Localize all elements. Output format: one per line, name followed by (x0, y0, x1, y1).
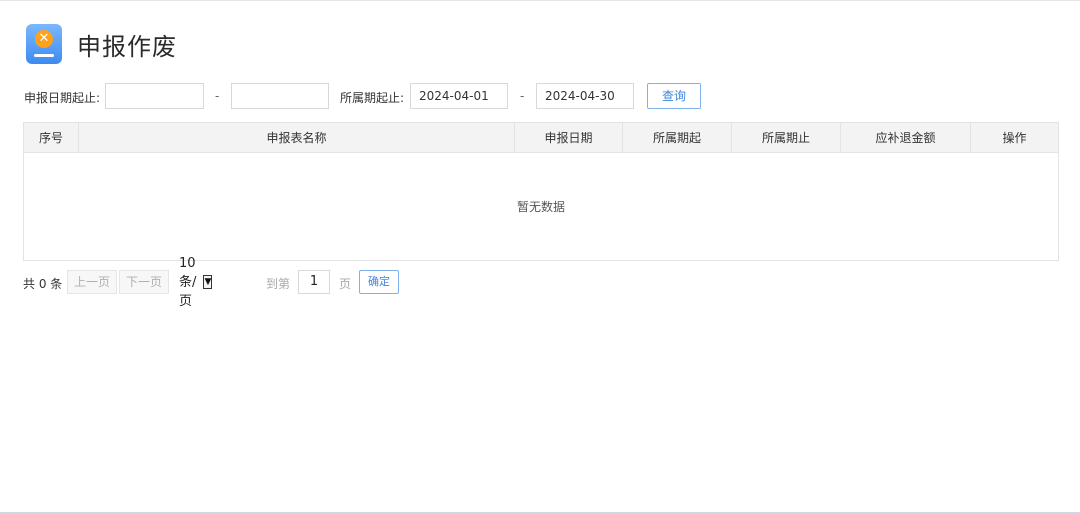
period-start-input[interactable]: 2024-04-01 (410, 83, 508, 109)
declare-start-input[interactable] (105, 83, 204, 109)
page: ✕ 申报作废 申报日期起止: - 所属期起止: 2024-04-01 - 202… (0, 0, 1080, 514)
column-header-period-start: 所属期起 (623, 123, 732, 152)
declaration-table: 序号 申报表名称 申报日期 所属期起 所属期止 应补退金额 操作 暂无数据 (23, 122, 1059, 261)
page-size-value: 10 条/页 (179, 255, 197, 309)
column-header-form-name: 申报表名称 (79, 123, 515, 152)
period-label: 所属期起止: (340, 91, 405, 105)
declare-date-label: 申报日期起止: (24, 91, 101, 105)
table-header: 序号 申报表名称 申报日期 所属期起 所属期止 应补退金额 操作 (24, 123, 1058, 153)
column-header-declare-date: 申报日期 (515, 123, 623, 152)
page-header: ✕ 申报作废 (26, 24, 177, 64)
void-declaration-icon: ✕ (26, 24, 62, 64)
chevron-down-icon[interactable]: ▼ (203, 275, 213, 289)
query-button[interactable]: 查询 (647, 83, 701, 109)
goto-label: 到第 (266, 277, 291, 291)
period-end-input[interactable]: 2024-04-30 (536, 83, 634, 109)
period-separator: - (520, 89, 525, 103)
empty-state: 暂无数据 (24, 153, 1058, 260)
prev-page-button[interactable]: 上一页 (67, 270, 118, 294)
declare-date-separator: - (215, 89, 220, 103)
page-unit-label: 页 (339, 277, 352, 291)
column-header-index: 序号 (24, 123, 79, 152)
confirm-button[interactable]: 确定 (359, 270, 399, 294)
empty-text: 暂无数据 (516, 200, 565, 214)
page-title: 申报作废 (77, 32, 177, 61)
next-page-button[interactable]: 下一页 (119, 270, 170, 294)
icon-bar (34, 54, 54, 57)
column-header-actions: 操作 (1002, 131, 1027, 145)
column-header-refund-amount: 应补退金额 (841, 123, 971, 152)
page-number-input[interactable]: 1 (298, 270, 330, 294)
declare-end-input[interactable] (231, 83, 329, 109)
close-circle-icon: ✕ (35, 30, 53, 48)
total-count: 共 0 条 (23, 277, 63, 291)
page-size-select[interactable]: 10 条/页 ▼ (179, 256, 213, 309)
column-header-period-end: 所属期止 (732, 123, 841, 152)
